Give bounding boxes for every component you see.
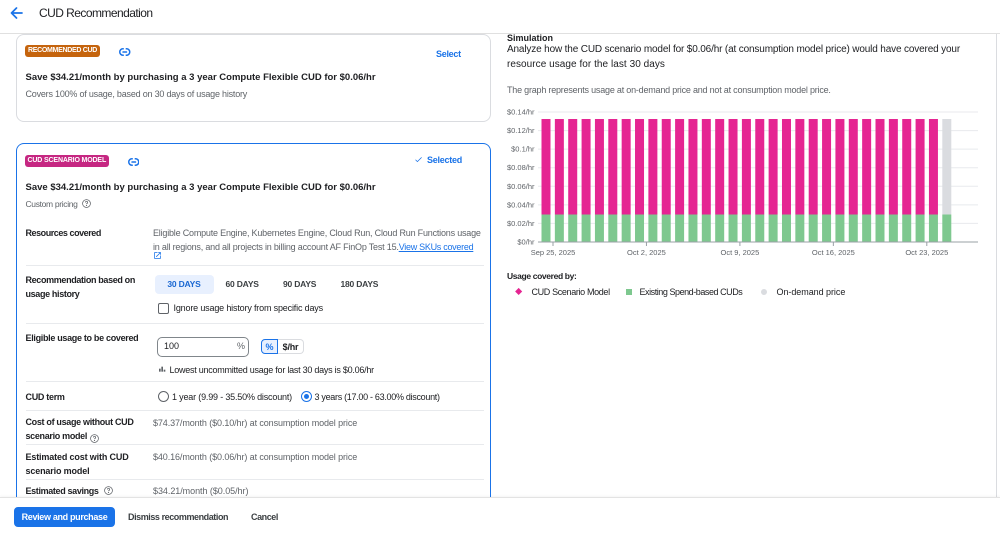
- svg-text:$0.1/hr: $0.1/hr: [511, 145, 535, 154]
- svg-text:Sep 25, 2025: Sep 25, 2025: [531, 248, 576, 257]
- svg-text:$0.08/hr: $0.08/hr: [507, 163, 535, 172]
- svg-text:$0.02/hr: $0.02/hr: [507, 219, 535, 228]
- svg-text:$0/hr: $0/hr: [517, 238, 535, 247]
- svg-text:Oct 16, 2025: Oct 16, 2025: [812, 248, 855, 257]
- svg-text:Oct 2, 2025: Oct 2, 2025: [627, 248, 666, 257]
- svg-text:$0.12/hr: $0.12/hr: [507, 126, 535, 135]
- svg-text:Oct 9, 2025: Oct 9, 2025: [721, 248, 760, 257]
- svg-text:$0.14/hr: $0.14/hr: [507, 108, 535, 117]
- svg-text:$0.06/hr: $0.06/hr: [507, 182, 535, 191]
- svg-text:$0.04/hr: $0.04/hr: [507, 200, 535, 209]
- svg-text:Oct 23, 2025: Oct 23, 2025: [905, 248, 948, 257]
